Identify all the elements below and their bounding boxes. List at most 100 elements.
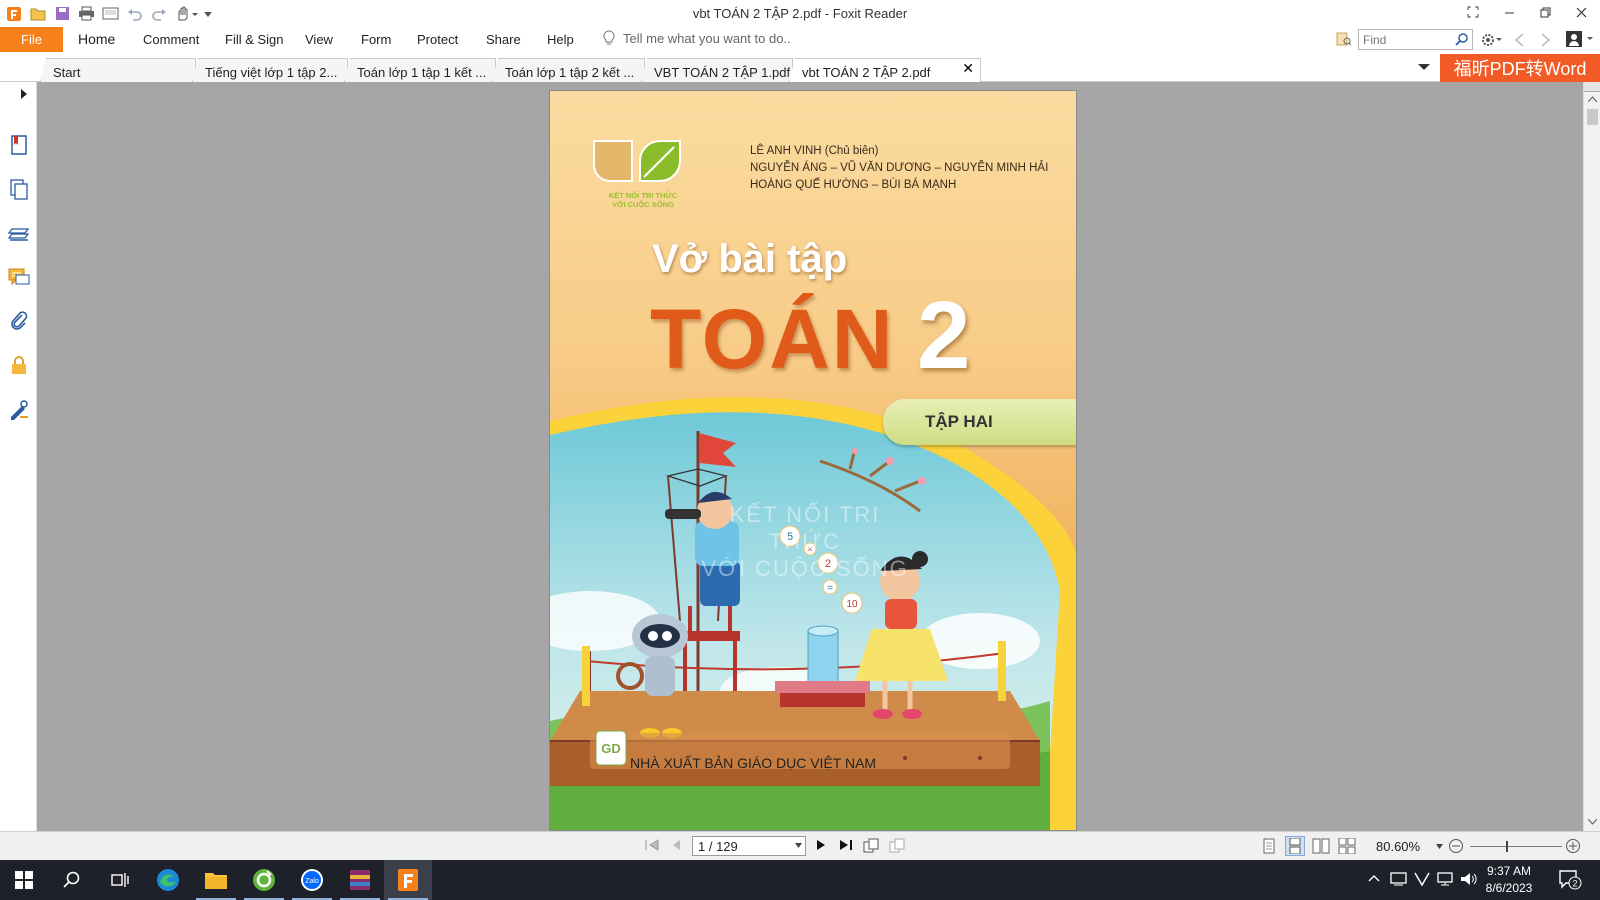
menu-form[interactable]: Form xyxy=(361,32,391,47)
zoom-slider-knob[interactable] xyxy=(1506,841,1508,852)
edge-browser-icon[interactable] xyxy=(144,860,192,900)
window-title: vbt TOÁN 2 TẬP 2.pdf - Foxit Reader xyxy=(692,6,908,21)
previous-page-icon[interactable] xyxy=(670,838,682,852)
zoom-level[interactable]: 80.60% xyxy=(1376,839,1420,854)
fullscreen-icon[interactable] xyxy=(1456,0,1490,24)
find-input[interactable] xyxy=(1359,30,1449,49)
author-line-2: NGUYỄN ÁNG – VŨ VĂN DƯƠNG – NGUYỄN MINH … xyxy=(750,162,1049,174)
taskbar-search-icon[interactable] xyxy=(48,860,96,900)
tab-toan-1-tap-2[interactable]: Toán lớp 1 tập 2 kết ... xyxy=(492,58,645,82)
find-field[interactable] xyxy=(1358,29,1473,50)
split-handle[interactable] xyxy=(1584,82,1600,92)
file-explorer-icon[interactable] xyxy=(192,860,240,900)
cover-authors: LÊ ANH VINH (Chủ biên) NGUYỄN ÁNG – VŨ V… xyxy=(750,143,1048,194)
previous-view-page-icon[interactable] xyxy=(863,838,880,853)
tab-toan-1-tap-1[interactable]: Toán lớp 1 tập 1 kết ... xyxy=(344,58,496,82)
tab-close-icon[interactable]: ✕ xyxy=(962,60,974,77)
user-account-icon[interactable] xyxy=(1565,30,1595,48)
menu-view[interactable]: View xyxy=(305,32,333,47)
menu-help[interactable]: Help xyxy=(547,32,574,47)
document-viewport[interactable]: 5 × 2 = 10 GD KẾT NỐI TRI THỨC VỚI CUỘC … xyxy=(37,82,1583,831)
windows-taskbar: Zalo 9:37 AM 8/6/2023 2 xyxy=(0,860,1600,900)
zoom-slider[interactable] xyxy=(1470,841,1562,852)
expand-panel-icon[interactable] xyxy=(20,88,28,100)
next-page-icon[interactable] xyxy=(815,838,827,852)
notification-center-icon[interactable]: 2 xyxy=(1558,869,1582,891)
ribbon-menu: File Home Comment Fill & Sign View Form … xyxy=(0,27,1600,54)
close-button[interactable] xyxy=(1564,0,1598,24)
continuous-page-icon[interactable] xyxy=(1285,836,1305,856)
tell-me-placeholder: Tell me what you want to do.. xyxy=(623,30,791,46)
zoom-in-icon[interactable] xyxy=(1565,838,1581,854)
watermark-line-2: VỚI CUỘC SỐNG xyxy=(701,556,909,581)
security-lock-icon[interactable] xyxy=(8,354,30,376)
green-app-icon[interactable] xyxy=(240,860,288,900)
show-hidden-icons-icon[interactable] xyxy=(1367,871,1381,885)
tab-start[interactable]: Start xyxy=(40,58,196,82)
system-clock[interactable]: 9:37 AM 8/6/2023 xyxy=(1476,863,1542,897)
tab-list-dropdown-icon[interactable] xyxy=(1418,63,1430,71)
balloon-ten: 10 xyxy=(846,599,858,610)
menu-home[interactable]: Home xyxy=(78,31,115,47)
notification-count: 2 xyxy=(1572,879,1577,889)
windows-start-icon[interactable] xyxy=(0,860,48,900)
page-dropdown-icon[interactable] xyxy=(795,843,802,848)
tab-tieng-viet-1-tap-2[interactable]: Tiếng việt lớp 1 tập 2... xyxy=(192,58,348,82)
settings-gear-icon[interactable] xyxy=(1480,32,1502,48)
author-line-1: LÊ ANH VINH (Chủ biên) xyxy=(750,145,879,157)
tab-label: VBT TOÁN 2 TẬP 1.pdf xyxy=(654,65,791,80)
watermark-line-1: KẾT NỐI TRI THỨC xyxy=(729,502,881,554)
next-view-icon[interactable] xyxy=(1538,32,1552,48)
scrollbar-thumb[interactable] xyxy=(1587,109,1598,125)
zalo-icon[interactable]: Zalo xyxy=(288,860,336,900)
cover-publisher: NHÀ XUẤT BẢN GIÁO DỤC VIỆT NAM xyxy=(630,755,877,771)
continuous-facing-icon[interactable] xyxy=(1338,838,1356,854)
foxit-reader-taskbar-icon[interactable] xyxy=(384,860,432,900)
signature-icon[interactable] xyxy=(8,398,30,420)
svg-text:Zalo: Zalo xyxy=(305,878,319,885)
scroll-up-icon[interactable] xyxy=(1588,96,1597,102)
first-page-icon[interactable] xyxy=(644,838,660,852)
cover-volume-label: TẬP HAI xyxy=(883,399,1076,445)
zoom-dropdown-icon[interactable] xyxy=(1436,844,1443,849)
display-tray-icon[interactable] xyxy=(1390,871,1408,887)
balloon-equals: = xyxy=(827,583,833,594)
menu-protect[interactable]: Protect xyxy=(417,32,458,47)
restore-button[interactable] xyxy=(1528,0,1562,24)
search-icon[interactable] xyxy=(1455,32,1469,46)
convert-pdf-to-word-banner[interactable]: 福昕PDF转Word xyxy=(1440,54,1600,82)
tell-me-search[interactable]: Tell me what you want to do.. xyxy=(603,30,791,46)
minimize-button[interactable] xyxy=(1492,0,1526,24)
cover-subtitle: Vở bài tập xyxy=(652,237,848,281)
last-page-icon[interactable] xyxy=(838,838,854,852)
file-menu-button[interactable]: File xyxy=(0,27,63,52)
next-view-page-icon[interactable] xyxy=(889,838,906,853)
cover-grade-number: 2 xyxy=(917,282,971,389)
status-bar: 1 / 129 80.60% xyxy=(0,831,1600,860)
comments-icon[interactable] xyxy=(8,266,30,288)
tab-vbt-toan-2-tap-2[interactable]: vbt TOÁN 2 TẬP 2.pdf ✕ xyxy=(789,58,981,83)
lightbulb-icon xyxy=(603,30,615,46)
bookmark-icon[interactable] xyxy=(8,134,30,156)
menu-comment[interactable]: Comment xyxy=(143,32,199,47)
logo-line-2: VỚI CUỘC SỐNG xyxy=(612,200,674,209)
attachments-icon[interactable] xyxy=(8,310,30,332)
winrar-icon[interactable] xyxy=(336,860,384,900)
pages-icon[interactable] xyxy=(8,178,30,200)
menu-fill-sign[interactable]: Fill & Sign xyxy=(225,32,284,47)
tab-vbt-toan-2-tap-1[interactable]: VBT TOÁN 2 TẬP 1.pdf xyxy=(641,58,793,82)
page-number-field[interactable]: 1 / 129 xyxy=(692,836,806,856)
layers-icon[interactable] xyxy=(8,222,30,244)
network-icon[interactable] xyxy=(1437,871,1455,887)
tab-label: Tiếng việt lớp 1 tập 2... xyxy=(205,65,338,80)
task-view-icon[interactable] xyxy=(96,860,144,900)
previous-view-icon[interactable] xyxy=(1513,32,1527,48)
menu-share[interactable]: Share xyxy=(486,32,521,47)
single-page-icon[interactable] xyxy=(1262,838,1276,854)
facing-pages-icon[interactable] xyxy=(1312,838,1330,854)
zoom-out-icon[interactable] xyxy=(1448,838,1464,854)
scroll-down-icon[interactable] xyxy=(1588,819,1597,825)
vpn-tray-icon[interactable] xyxy=(1414,871,1430,887)
vertical-scrollbar[interactable] xyxy=(1583,82,1600,831)
search-document-icon[interactable] xyxy=(1336,31,1352,47)
